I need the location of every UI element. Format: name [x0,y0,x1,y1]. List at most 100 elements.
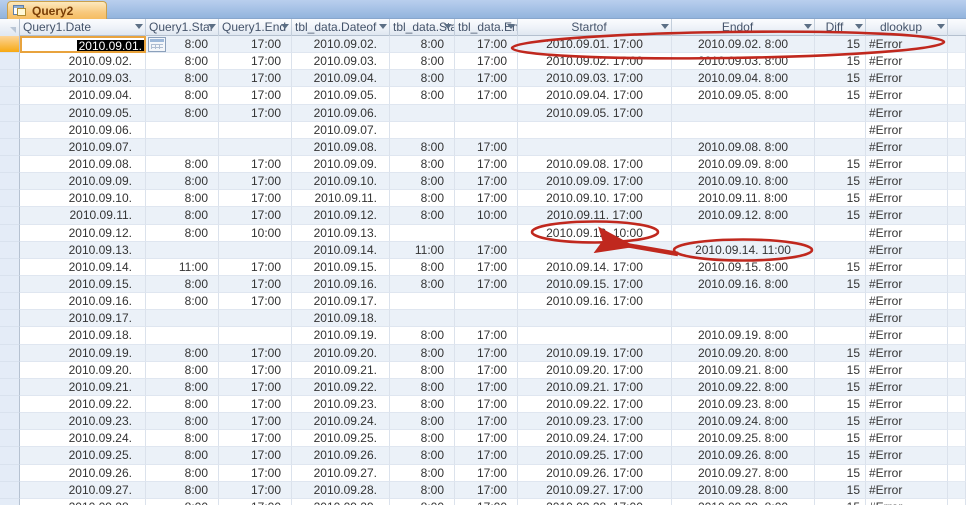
cell-t_dateof[interactable]: 2010.09.16. [292,275,390,294]
cell-q1_end[interactable]: 17:00 [219,36,292,54]
cell-q1_start[interactable]: 8:00 [146,70,219,88]
cell-t_dateof[interactable]: 2010.09.08. [292,138,390,156]
cell-q1_start[interactable]: 8:00 [146,395,219,414]
column-header-q1_start[interactable]: Query1.Star [146,19,219,36]
filter-dropdown-icon[interactable] [281,24,289,29]
cell-t_start[interactable]: 8:00 [390,87,455,105]
cell-dlookup[interactable]: #Error [866,36,948,54]
cell-diff[interactable]: 15 [815,361,866,379]
cell-q1_date[interactable]: 2010.09.21. [20,378,146,396]
cell-startof[interactable]: 2010.09.21. 17:00 [518,378,672,396]
cell-t_start[interactable]: 8:00 [390,138,455,156]
cell-diff[interactable]: 15 [815,498,866,505]
cell-q1_date[interactable]: 2010.09.14. [20,258,146,276]
row-selector[interactable] [0,53,20,71]
cell-dlookup[interactable]: #Error [866,327,948,345]
row-selector[interactable] [0,155,20,174]
row-selector[interactable] [0,190,20,208]
cell-t_end[interactable]: 17:00 [455,481,518,499]
cell-dlookup[interactable]: #Error [866,378,948,396]
cell-t_end[interactable]: 17:00 [455,275,518,294]
cell-diff[interactable]: 15 [815,395,866,414]
row-selector[interactable] [0,293,20,311]
cell-endof[interactable] [672,104,815,122]
cell-t_dateof[interactable]: 2010.09.10. [292,173,390,191]
cell-t_start[interactable]: 8:00 [390,430,455,448]
cell-t_start[interactable]: 8:00 [390,275,455,294]
cell-q1_date[interactable]: 2010.09.17. [20,310,146,328]
cell-dlookup[interactable]: #Error [866,138,948,156]
row-selector[interactable] [0,241,20,259]
cell-endof[interactable]: 2010.09.11. 8:00 [672,190,815,208]
cell-q1_start[interactable]: 8:00 [146,293,219,311]
cell-dlookup[interactable]: #Error [866,70,948,88]
cell-startof[interactable] [518,138,672,156]
cell-dlookup[interactable]: #Error [866,413,948,431]
cell-q1_start[interactable]: 8:00 [146,53,219,71]
cell-t_start[interactable]: 8:00 [390,190,455,208]
cell-t_end[interactable]: 17:00 [455,413,518,431]
cell-diff[interactable]: 15 [815,275,866,294]
cell-dlookup[interactable]: #Error [866,430,948,448]
cell-t_start[interactable]: 8:00 [390,36,455,54]
cell-endof[interactable]: 2010.09.15. 8:00 [672,258,815,276]
cell-t_end[interactable] [455,104,518,122]
cell-q1_start[interactable]: 8:00 [146,361,219,379]
cell-q1_start[interactable]: 8:00 [146,498,219,505]
cell-startof[interactable]: 2010.09.15. 17:00 [518,275,672,294]
cell-q1_date[interactable]: 2010.09.07. [20,138,146,156]
cell-q1_end[interactable]: 17:00 [219,395,292,414]
cell-dlookup[interactable]: #Error [866,87,948,105]
row-selector[interactable] [0,207,20,225]
cell-t_dateof[interactable]: 2010.09.06. [292,104,390,122]
cell-t_dateof[interactable]: 2010.09.04. [292,70,390,88]
filter-dropdown-icon[interactable] [804,24,812,29]
cell-endof[interactable] [672,224,815,242]
cell-q1_end[interactable] [219,121,292,139]
cell-t_dateof[interactable]: 2010.09.23. [292,395,390,414]
cell-q1_end[interactable]: 17:00 [219,464,292,482]
cell-t_dateof[interactable]: 2010.09.03. [292,53,390,71]
cell-diff[interactable]: 15 [815,447,866,465]
cell-q1_start[interactable]: 8:00 [146,464,219,482]
cell-startof[interactable] [518,121,672,139]
filter-dropdown-icon[interactable] [135,24,143,29]
row-selector[interactable] [0,70,20,88]
cell-dlookup[interactable]: #Error [866,395,948,414]
cell-q1_end[interactable]: 17:00 [219,293,292,311]
cell-t_end[interactable]: 17:00 [455,53,518,71]
cell-dlookup[interactable]: #Error [866,104,948,122]
cell-q1_end[interactable]: 17:00 [219,190,292,208]
column-header-q1_end[interactable]: Query1.End [219,19,292,36]
cell-t_dateof[interactable]: 2010.09.19. [292,327,390,345]
cell-t_end[interactable]: 17:00 [455,70,518,88]
cell-q1_end[interactable]: 17:00 [219,258,292,276]
cell-q1_end[interactable]: 17:00 [219,481,292,499]
cell-t_start[interactable]: 8:00 [390,378,455,396]
cell-q1_date[interactable]: 2010.09.05. [20,104,146,122]
cell-diff[interactable]: 15 [815,53,866,71]
cell-startof[interactable]: 2010.09.20. 17:00 [518,361,672,379]
cell-t_start[interactable]: 8:00 [390,361,455,379]
cell-startof[interactable]: 2010.09.11. 17:00 [518,207,672,225]
cell-q1_end[interactable]: 17:00 [219,207,292,225]
cell-diff[interactable]: 15 [815,344,866,362]
column-header-t_dateof[interactable]: tbl_data.Dateof [292,19,390,36]
cell-dlookup[interactable]: #Error [866,498,948,505]
cell-t_end[interactable]: 17:00 [455,138,518,156]
filter-dropdown-icon[interactable] [937,24,945,29]
row-selector[interactable] [0,378,20,396]
column-header-diff[interactable]: Diff [815,19,866,36]
row-selector[interactable] [0,344,20,362]
cell-t_start[interactable]: 11:00 [390,241,455,259]
cell-q1_start[interactable]: 8:00 [146,104,219,122]
cell-t_start[interactable] [390,310,455,328]
cell-t_end[interactable]: 17:00 [455,430,518,448]
cell-q1_start[interactable]: 11:00 [146,258,219,276]
cell-startof[interactable]: 2010.09.22. 17:00 [518,395,672,414]
cell-q1_start[interactable]: 8:00 [146,344,219,362]
cell-dlookup[interactable]: #Error [866,310,948,328]
cell-q1_start[interactable] [146,327,219,345]
row-selector[interactable] [0,447,20,465]
cell-q1_end[interactable]: 17:00 [219,413,292,431]
